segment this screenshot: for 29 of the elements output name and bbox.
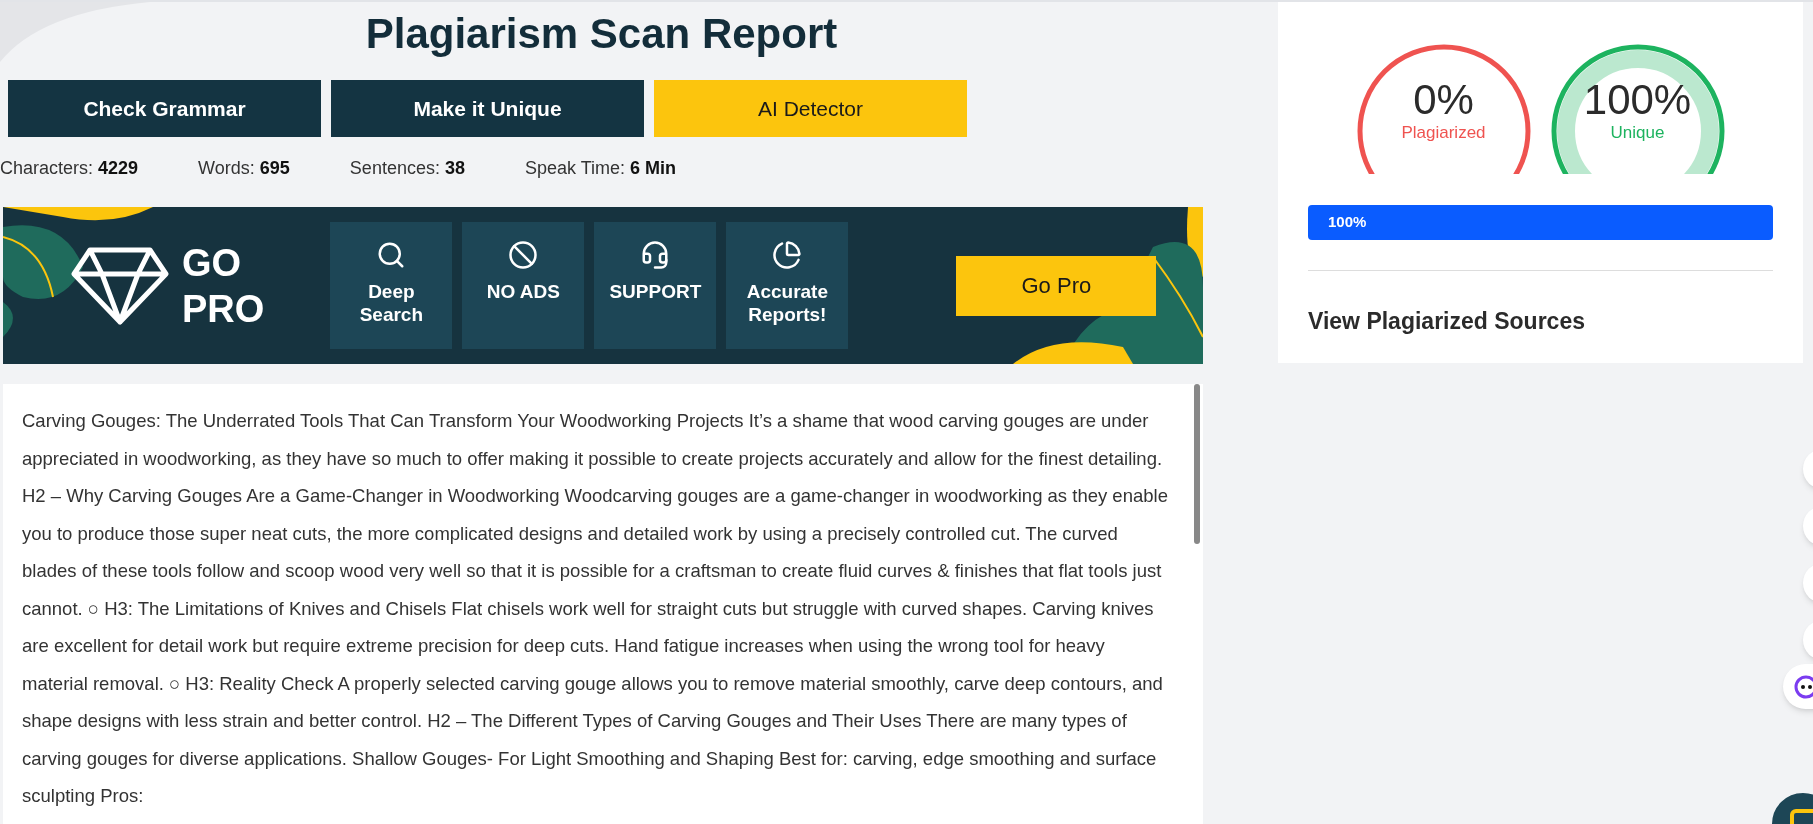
go-pro-button[interactable]: Go Pro [956,255,1157,316]
feature-label: Reports! [748,303,827,326]
text-statistic: Speak Time: 6 Min [524,157,677,180]
feature-label: SUPPORT [609,280,702,303]
prohibited-icon [508,240,539,270]
diamond-icon [70,245,170,326]
gauge-value: 0% [1413,77,1474,123]
feature-label: Accurate [746,280,828,303]
action-button[interactable]: Make it Unique [331,80,644,137]
gauge-value: 100% [1583,77,1692,123]
chat-bot-icon [1794,674,1813,699]
action-button[interactable]: AI Detector [654,80,967,137]
action-button[interactable]: Check Grammar [8,80,321,137]
sources-link[interactable]: View Plagiarized Sources [1308,304,1773,339]
brand-text: PRO [182,286,265,332]
brand-text: GO [182,240,243,286]
page-title: Plagiarism Scan Report [365,9,838,59]
gauge-label: Unique [1610,123,1665,143]
feature-label: Deep [368,280,415,303]
text-statistic: Characters: 4229 [0,157,139,180]
gauge-label: Plagiarized [1401,123,1486,143]
feature-label: NO ADS [486,280,560,303]
text-statistic: Sentences: 38 [349,157,465,180]
progress-text: 100% [1328,212,1367,233]
headset-icon [640,240,671,270]
feature-label: Search [359,303,424,326]
document-text: Carving Gouges: The Underrated Tools That Can Transform Your Woodworking Projects It’s a shame that wood carving gouges are under appreciated in woodworking, as they have so much to offer making it possible to create projects accurately and allow for the finest detailing. H2 – Why Carving Gouges Are a Game-Changer in Woodworking Woodcarving gouges are a game-changer in woodworking as they enable you to produce those super neat cuts, the more complicated designs and detailed work by using a precisely controlled cut. The curved blades of these tools follow and scoop wood very well so that it is possible for a craftsman to create fluid curves & finishes that flat tools just cannot. ○ H3: The Limitations of Knives and Chisels Flat chisels work well for straight cuts but struggle with curved shapes. Carving knives are excellent for detail work but require extreme precision for deep cuts. Hand fatigue increases when using the wrong tool for heavy material removal. ○ H3: Reality Check A properly selected carving gouge allows you to remove material smoothly, carve deep contours, and shape designs with less strain and better control. H2 – The Different Types of Carving Gouges and Their Uses There are many types of carving gouges for diverse applications. Shallow Gouges- For Light Smoothing and Shaping Best for: carving, edge smoothing and surface sculpting Pros: [22,409,1169,808]
text-statistic: Words: 695 [198,157,290,180]
pie-chart-icon [772,240,803,270]
